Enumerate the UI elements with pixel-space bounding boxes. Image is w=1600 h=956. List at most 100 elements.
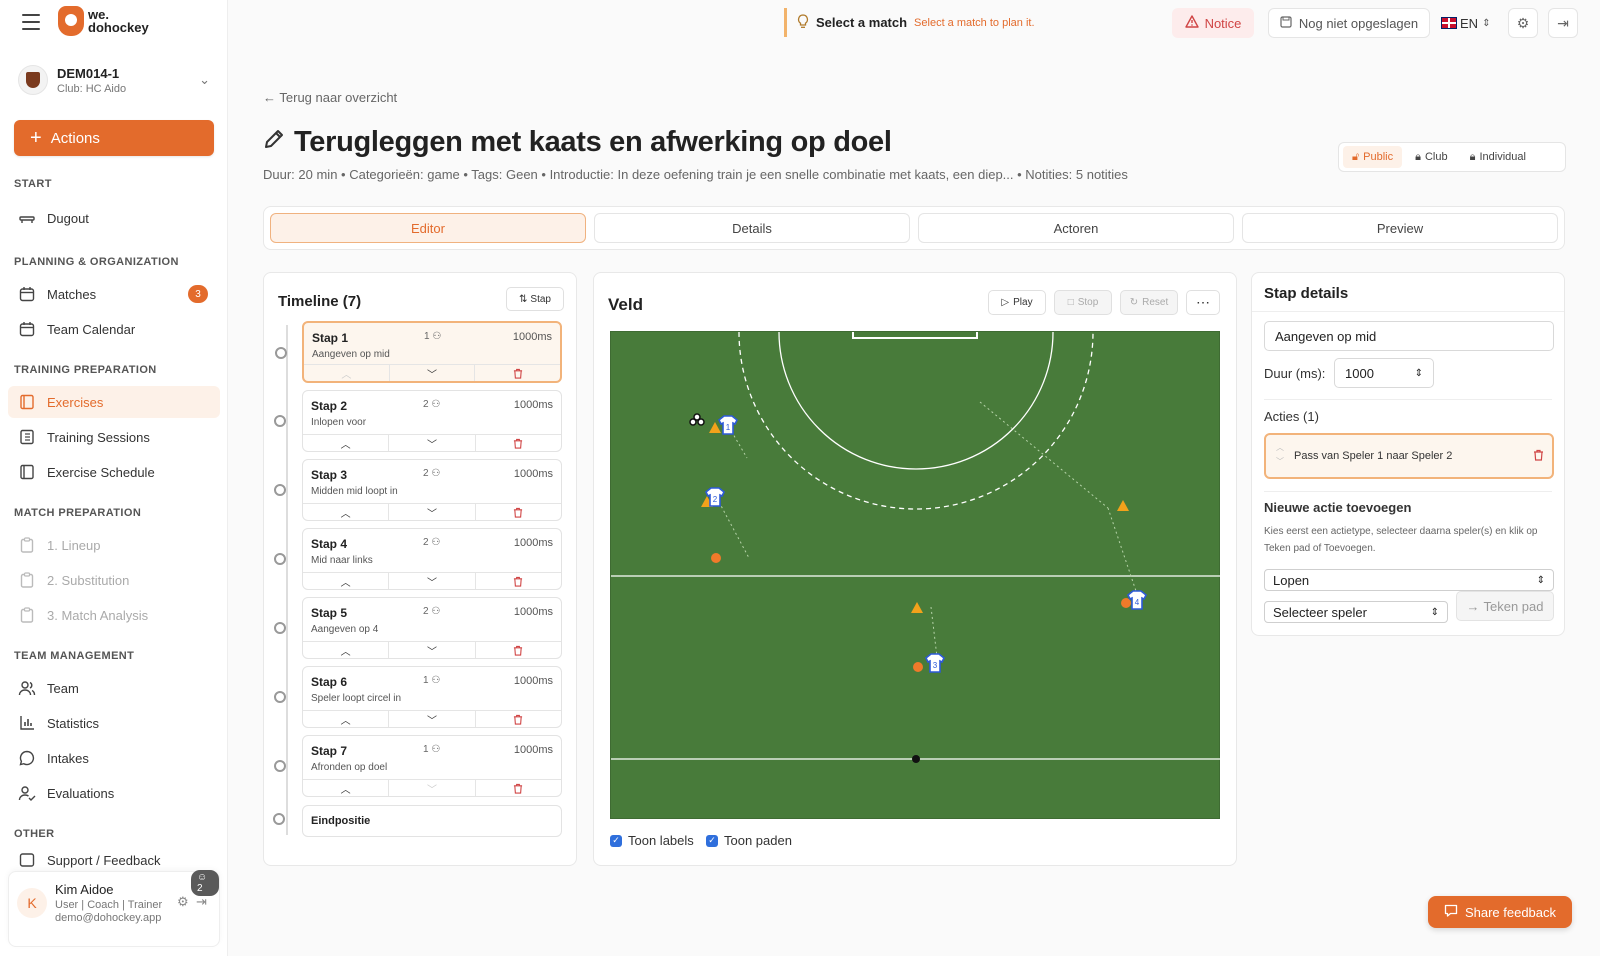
players-icon: ⚇ [431,606,441,617]
gear-icon[interactable]: ⚙ [177,894,189,910]
timeline-step[interactable]: Stap 3 2 ⚇ 1000ms Midden mid loopt in ︿ ﹀ [274,459,562,521]
trash-icon[interactable] [476,573,561,589]
end-position-item[interactable]: Eindpositie [302,805,562,837]
sidebar-item-lineup[interactable]: 1. Lineup [8,529,220,561]
calendar-icon [18,320,36,338]
timeline-dot [273,813,285,825]
select-match-banner[interactable]: Select a match Select a match to plan it… [784,8,1035,37]
sidebar-item-evaluations[interactable]: Evaluations [8,777,220,809]
team-selector[interactable]: DEM014-1 Club: HC Aido ⌄ [18,58,210,102]
lock-icon: 🔒︎ [1415,150,1421,163]
move-up-icon[interactable]: ︿ [303,504,390,520]
menu-icon[interactable] [22,14,40,30]
user-card[interactable]: K Kim Aidoe User | Coach | Trainer demo@… [8,870,220,947]
sidebar-item-statistics[interactable]: Statistics [8,707,220,739]
move-up-icon[interactable]: ︿ [303,711,390,727]
actions-button[interactable]: + Actions [14,120,214,156]
select-match-title: Select a match [816,15,908,30]
move-down-icon[interactable]: ﹀ [389,573,476,589]
cones [701,422,1129,613]
tab-preview[interactable]: Preview [1242,213,1558,243]
player-jersey-icon[interactable]: 3 [924,653,946,673]
trash-icon[interactable] [476,642,561,658]
sidebar-item-matches[interactable]: Matches 3 [8,278,220,310]
stop-button[interactable]: □ Stop [1054,290,1112,315]
show-labels-checkbox[interactable]: ✓ Toon labels [610,833,694,848]
step-name: Stap 4 [311,537,348,551]
reset-button[interactable]: ↻ Reset [1120,290,1178,315]
show-paths-checkbox[interactable]: ✓ Toon paden [706,833,792,848]
sidebar-item-substitution[interactable]: 2. Substitution [8,564,220,596]
sidebar-item-match-analysis[interactable]: 3. Match Analysis [8,599,220,631]
action-item[interactable]: ︿ ﹀ Pass van Speler 1 naar Speler 2 [1264,433,1554,479]
play-button[interactable]: ▷ Play [988,290,1046,315]
timeline-step[interactable]: Stap 7 1 ⚇ 1000ms Afronden op doel ︿ ﹀ [274,735,562,797]
move-up-icon[interactable]: ︿ [303,780,390,796]
back-link[interactable]: ← Terug naar overzicht [263,90,397,105]
trash-icon[interactable] [1533,449,1544,464]
trash-icon[interactable] [476,711,561,727]
player-select[interactable]: Selecteer speler ⇕ [1264,601,1448,623]
step-description: Afronden op doel [311,762,388,773]
hockey-field[interactable]: 1 2 3 4 [610,331,1221,819]
visibility-public[interactable]: 🔓︎ Public [1343,146,1403,168]
sidebar-item-label: Dugout [47,210,89,226]
player-jersey-icon[interactable]: 1 [717,415,739,435]
sidebar-item-team[interactable]: Team [8,672,220,704]
step-duration: 1000ms [513,537,553,549]
trash-icon[interactable] [475,365,560,381]
player-jersey-icon[interactable]: 4 [1126,590,1148,610]
timeline-step[interactable]: Stap 5 2 ⚇ 1000ms Aangeven op 4 ︿ ﹀ [274,597,562,659]
trash-icon[interactable] [476,504,561,520]
step-name-input[interactable]: Aangeven op mid [1264,321,1554,351]
pencil-icon[interactable] [263,128,285,157]
timeline-step[interactable]: Stap 6 1 ⚇ 1000ms Speler loopt circel in ︿ ﹀ [274,666,562,728]
logout-icon[interactable]: ⇥ [196,894,207,910]
sidebar-item-exercises[interactable]: Exercises [8,386,220,418]
sidebar-item-label: Intakes [47,750,89,766]
list-book-icon [18,428,36,446]
share-feedback-button[interactable]: Share feedback [1428,896,1572,928]
save-status-button[interactable]: Nog niet opgeslagen [1268,8,1430,38]
settings-gear-icon[interactable]: ⚙ [1508,8,1538,38]
sidebar-item-dugout[interactable]: Dugout [8,202,220,234]
step-duration: 1000ms [513,675,553,687]
move-down-icon[interactable]: ﹀ [389,711,476,727]
timeline-line [286,325,288,835]
move-up-icon[interactable]: ︿ [303,435,390,451]
visibility-individual[interactable]: 🔒︎ Individual [1461,146,1535,168]
logout-icon[interactable]: ⇥ [1548,8,1578,38]
timeline-dot [274,760,286,772]
timeline-step[interactable]: Stap 1 1 ⚇ 1000ms Aangeven op mid ︿ ﹀ [275,321,562,383]
add-step-button[interactable]: ⇅ Stap [506,287,564,311]
language-selector[interactable]: EN ⇕ [1441,8,1500,38]
tab-actoren[interactable]: Actoren [918,213,1234,243]
visibility-club[interactable]: 🔒︎ Club [1406,146,1456,168]
move-down-icon[interactable]: ﹀ [390,365,476,381]
sidebar-item-exercise-schedule[interactable]: Exercise Schedule [8,456,220,488]
move-up-icon[interactable]: ︿ [304,365,390,381]
tab-details[interactable]: Details [594,213,910,243]
move-down-icon[interactable]: ﹀ [389,435,476,451]
move-down-icon[interactable]: ﹀ [389,780,476,796]
sidebar-item-team-calendar[interactable]: Team Calendar [8,313,220,345]
step-controls: ︿ ﹀ [303,641,561,658]
app-logo[interactable]: we. dohockey [58,6,149,36]
move-down-icon[interactable]: ﹀ [389,642,476,658]
move-up-icon[interactable]: ︿ [303,573,390,589]
action-type-select[interactable]: Lopen ⇕ [1264,569,1554,591]
move-up-icon[interactable]: ︿ [303,642,390,658]
sidebar-item-training-sessions[interactable]: Training Sessions [8,421,220,453]
sidebar-item-intakes[interactable]: Intakes [8,742,220,774]
timeline-step[interactable]: Stap 4 2 ⚇ 1000ms Mid naar links ︿ ﹀ [274,528,562,590]
trash-icon[interactable] [476,435,561,451]
duration-input[interactable]: 1000 ⇕ [1334,358,1434,388]
tab-editor[interactable]: Editor [270,213,586,243]
timeline-step[interactable]: Stap 2 2 ⚇ 1000ms Inlopen voor ︿ ﹀ [274,390,562,452]
draw-path-button[interactable]: → Teken pad [1456,591,1554,621]
more-options-icon[interactable]: ⋯ [1186,290,1220,315]
sidebar-item-support[interactable]: Support / Feedback [8,850,220,870]
move-down-icon[interactable]: ﹀ [389,504,476,520]
trash-icon[interactable] [476,780,561,796]
notice-button[interactable]: Notice [1172,8,1254,38]
